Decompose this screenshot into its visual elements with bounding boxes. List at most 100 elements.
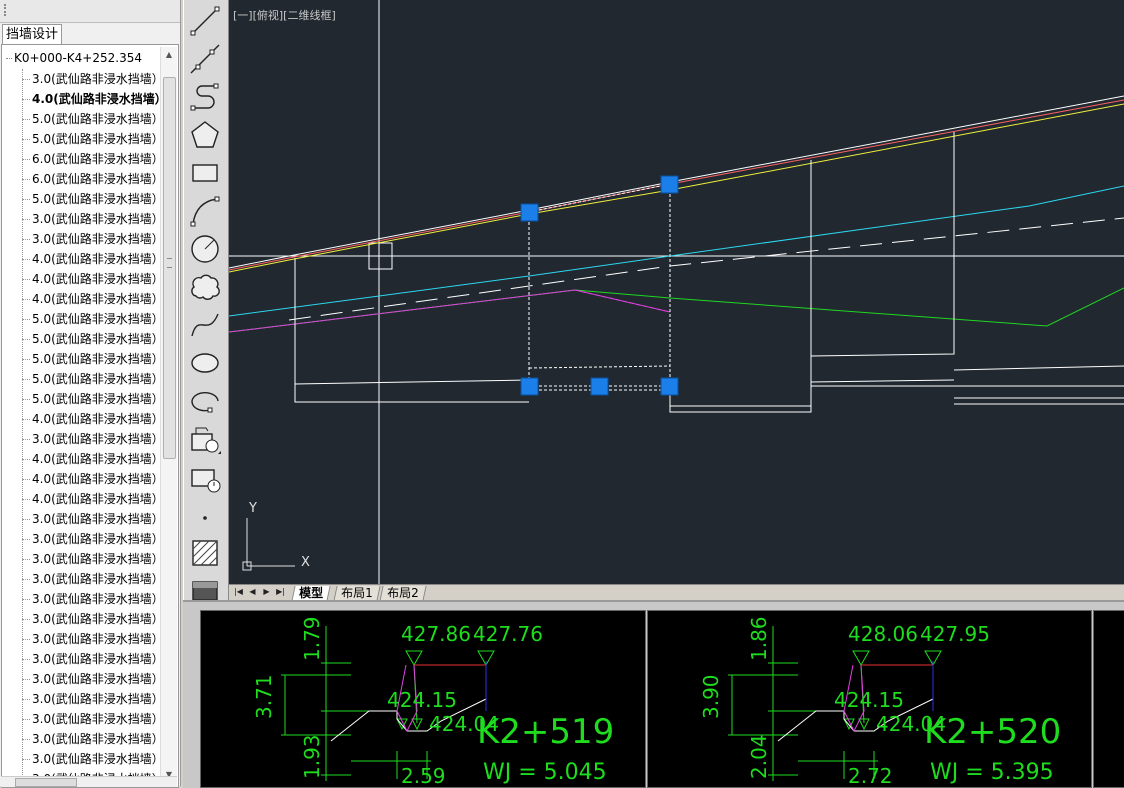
- wall-tree: K0+000-K4+252.354 3.0(武仙路非浸水挡墙） 4.0(武仙路非浸…: [1, 44, 179, 788]
- center-line-dashed: [288, 217, 1124, 321]
- tree-item[interactable]: 5.0(武仙路非浸水挡墙）: [22, 189, 164, 209]
- tree-horizontal-scrollbar[interactable]: [1, 776, 177, 787]
- tree-connector: [22, 439, 30, 440]
- tab-layout2[interactable]: 布局2: [379, 586, 427, 601]
- tree-item[interactable]: 3.0(武仙路非浸水挡墙）: [22, 729, 164, 749]
- tree-item-label: 5.0(武仙路非浸水挡墙）: [32, 192, 164, 206]
- line-icon[interactable]: [188, 4, 222, 38]
- tree-item[interactable]: 5.0(武仙路非浸水挡墙）: [22, 369, 164, 389]
- tab-layout1[interactable]: 布局1: [333, 586, 381, 601]
- panel-grip[interactable]: [0, 0, 180, 23]
- tree-connector: [22, 739, 30, 740]
- elevation-top-left: 427.86: [401, 622, 471, 646]
- draw-toolbar: [183, 0, 229, 604]
- tree-item[interactable]: 3.0(武仙路非浸水挡墙）: [22, 69, 164, 89]
- ellipse-arc-icon[interactable]: [188, 384, 222, 418]
- tree-item[interactable]: 3.0(武仙路非浸水挡墙）: [22, 709, 164, 729]
- tree-item[interactable]: 5.0(武仙路非浸水挡墙）: [22, 129, 164, 149]
- rectangle-icon[interactable]: [188, 156, 222, 190]
- tree-item[interactable]: 3.0(武仙路非浸水挡墙）: [22, 749, 164, 769]
- tree-item[interactable]: 6.0(武仙路非浸水挡墙）: [22, 149, 164, 169]
- tree-connector: [22, 659, 30, 660]
- insert-block-icon[interactable]: [188, 422, 222, 456]
- hatch-icon[interactable]: [188, 536, 222, 570]
- tree-item[interactable]: 3.0(武仙路非浸水挡墙）: [22, 689, 164, 709]
- construction-line-icon[interactable]: [188, 42, 222, 76]
- tree-item-label: 3.0(武仙路非浸水挡墙）: [32, 552, 164, 566]
- tab-retaining-wall-design[interactable]: 挡墙设计: [2, 24, 62, 45]
- tree-root[interactable]: K0+000-K4+252.354: [6, 51, 142, 65]
- gradient-icon[interactable]: [188, 570, 222, 601]
- tree-scrollbar[interactable]: ▲ ▼: [160, 47, 177, 783]
- tree-item[interactable]: 3.0(武仙路非浸水挡墙）: [22, 669, 164, 689]
- section-panel-2[interactable]: 428.06 427.95 424.15 424.04 K2+520 WJ = …: [647, 610, 1092, 788]
- tree-item[interactable]: 4.0(武仙路非浸水挡墙）: [22, 269, 164, 289]
- tree-connector: [22, 379, 30, 380]
- section-panel-3[interactable]: [1093, 610, 1124, 788]
- tree-item[interactable]: 4.0(武仙路非浸水挡墙）: [22, 289, 164, 309]
- scroll-up-icon[interactable]: ▲: [161, 47, 177, 63]
- tree-item[interactable]: 4.0(武仙路非浸水挡墙）: [22, 409, 164, 429]
- scroll-thumb[interactable]: [163, 77, 176, 459]
- tree-item[interactable]: 4.0(武仙路非浸水挡墙）: [22, 469, 164, 489]
- tree-item-label: 6.0(武仙路非浸水挡墙）: [32, 152, 164, 166]
- tab-layout2-label: 布局2: [387, 586, 419, 600]
- tree-item[interactable]: 3.0(武仙路非浸水挡墙）: [22, 569, 164, 589]
- tree-item-label: 6.0(武仙路非浸水挡墙）: [32, 172, 164, 186]
- tree-item-label: 3.0(武仙路非浸水挡墙）: [32, 652, 164, 666]
- last-tab-icon[interactable]: ▶|: [275, 586, 286, 598]
- first-tab-icon[interactable]: |◀: [233, 586, 244, 598]
- tree-item-label: 4.0(武仙路非浸水挡墙）: [32, 452, 164, 466]
- tree-item[interactable]: 3.0(武仙路非浸水挡墙）: [22, 229, 164, 249]
- tab-model[interactable]: 模型: [291, 586, 331, 601]
- model-viewport[interactable]: Y X [一][俯视][二维线框]: [229, 0, 1124, 584]
- revision-cloud-icon[interactable]: [188, 270, 222, 304]
- tree-item[interactable]: 4.0(武仙路非浸水挡墙）: [22, 89, 167, 109]
- tree-item-label: 5.0(武仙路非浸水挡墙）: [32, 312, 164, 326]
- tree-item[interactable]: 3.0(武仙路非浸水挡墙）: [22, 609, 164, 629]
- tree-item[interactable]: 5.0(武仙路非浸水挡墙）: [22, 309, 164, 329]
- tree-item[interactable]: 3.0(武仙路非浸水挡墙）: [22, 649, 164, 669]
- make-block-icon[interactable]: [188, 460, 222, 494]
- polyline-icon[interactable]: [188, 80, 222, 114]
- tree-connector: [22, 219, 30, 220]
- tree-item[interactable]: 4.0(武仙路非浸水挡墙）: [22, 449, 164, 469]
- circle-icon[interactable]: [188, 232, 222, 266]
- section-panel-1[interactable]: 427.86 427.76 424.15 424.04 K2+519 WJ = …: [200, 610, 646, 788]
- tree-item-label: 3.0(武仙路非浸水挡墙）: [32, 572, 164, 586]
- tree-item[interactable]: 3.0(武仙路非浸水挡墙）: [22, 629, 164, 649]
- tree-item-label: 5.0(武仙路非浸水挡墙）: [32, 392, 164, 406]
- ellipse-icon[interactable]: [188, 346, 222, 380]
- tree-item[interactable]: 3.0(武仙路非浸水挡墙）: [22, 589, 164, 609]
- tree-connector: [22, 159, 30, 160]
- tree-item-label: 3.0(武仙路非浸水挡墙）: [32, 712, 164, 726]
- tree-item[interactable]: 4.0(武仙路非浸水挡墙）: [22, 249, 164, 269]
- tree-item[interactable]: 3.0(武仙路非浸水挡墙）: [22, 509, 164, 529]
- point-icon[interactable]: [188, 498, 222, 532]
- tree-item[interactable]: 5.0(武仙路非浸水挡墙）: [22, 349, 164, 369]
- next-tab-icon[interactable]: ▶: [261, 586, 272, 598]
- polygon-icon[interactable]: [188, 118, 222, 152]
- tree-connector: [22, 599, 30, 600]
- drawing-canvas[interactable]: Y X: [229, 0, 1124, 584]
- ground-line-green: [229, 287, 1124, 333]
- tree-connector: [22, 139, 30, 140]
- tree-item[interactable]: 3.0(武仙路非浸水挡墙）: [22, 429, 164, 449]
- tree-item[interactable]: 4.0(武仙路非浸水挡墙）: [22, 489, 164, 509]
- view-label[interactable]: [一][俯视][二维线框]: [233, 7, 336, 23]
- tree-item[interactable]: 3.0(武仙路非浸水挡墙）: [22, 209, 164, 229]
- tree-item[interactable]: 6.0(武仙路非浸水挡墙）: [22, 169, 164, 189]
- tree-item-label: 4.0(武仙路非浸水挡墙）: [32, 292, 164, 306]
- tree-item[interactable]: 5.0(武仙路非浸水挡墙）: [22, 389, 164, 409]
- tree-item[interactable]: 5.0(武仙路非浸水挡墙）: [22, 109, 164, 129]
- tree-item-label: 5.0(武仙路非浸水挡墙）: [32, 372, 164, 386]
- tree-item[interactable]: 3.0(武仙路非浸水挡墙）: [22, 549, 164, 569]
- spline-icon[interactable]: [188, 308, 222, 342]
- grip-handle: [520, 203, 539, 222]
- dim-width: 2.72: [848, 764, 893, 787]
- prev-tab-icon[interactable]: ◀: [247, 586, 258, 598]
- tree-item[interactable]: 3.0(武仙路非浸水挡墙）: [22, 529, 164, 549]
- tree-item[interactable]: 5.0(武仙路非浸水挡墙）: [22, 329, 164, 349]
- arc-icon[interactable]: [188, 194, 222, 228]
- station-label: K2+519: [477, 712, 614, 752]
